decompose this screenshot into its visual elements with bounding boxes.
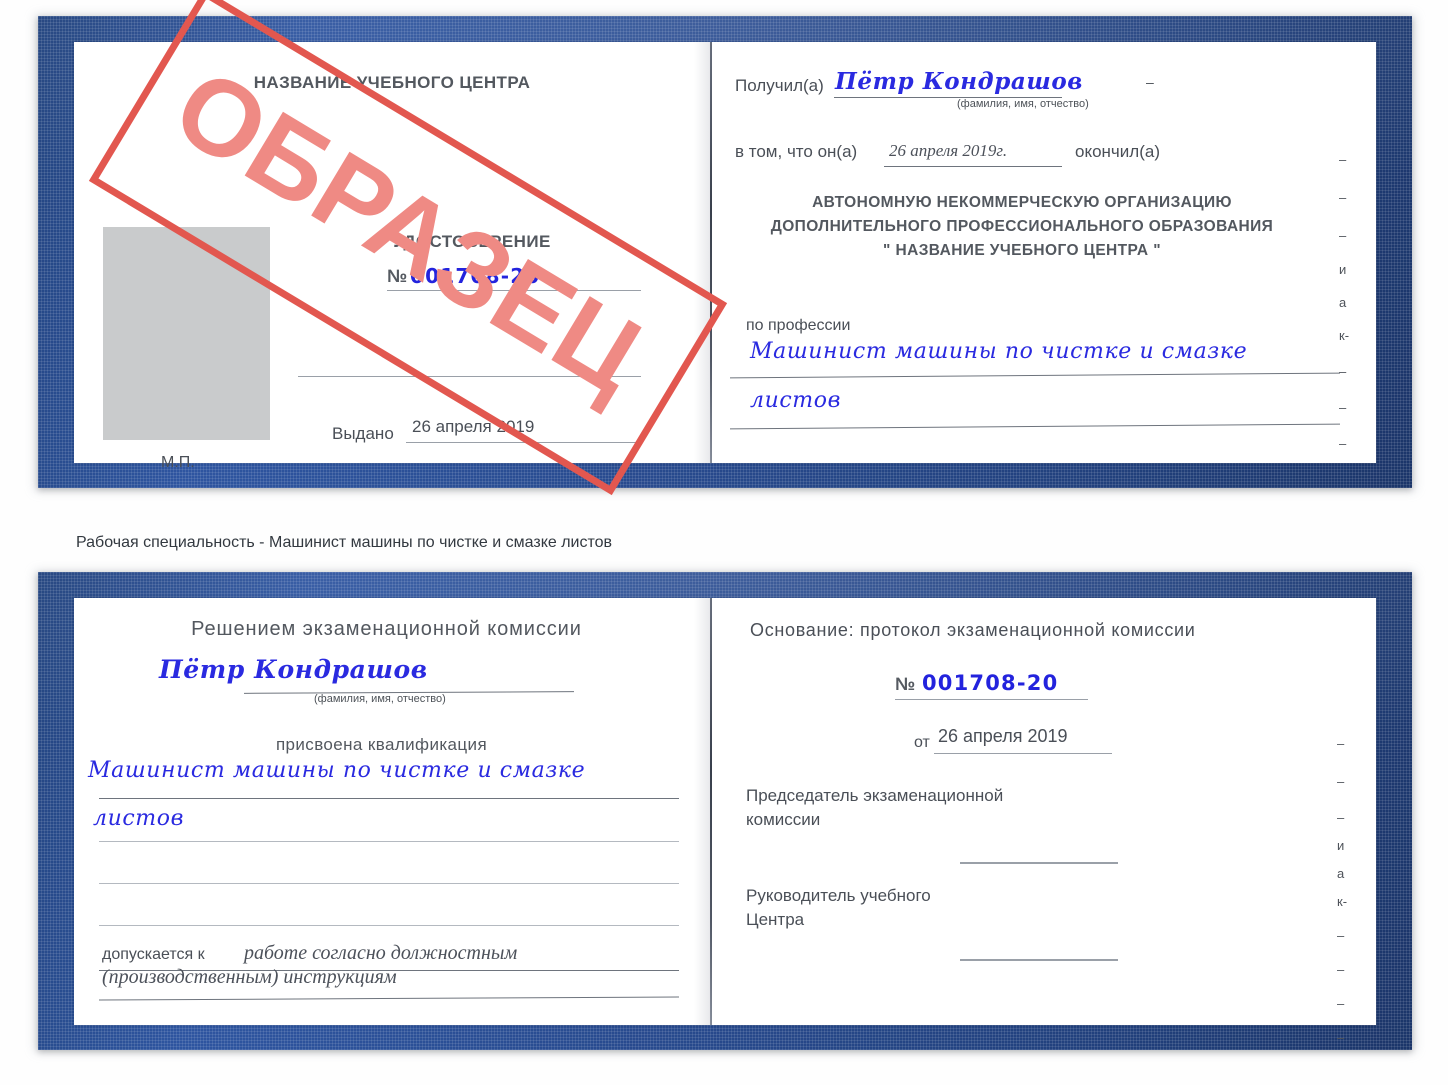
edge-fragment: а	[1339, 295, 1347, 310]
edge-fragment: –	[1339, 152, 1347, 167]
screenshot-root: НАЗВАНИЕ УЧЕБНОГО ЦЕНТРА УДОСТОВЕРЕНИЕ №…	[0, 0, 1448, 1085]
edge-fragment: к-	[1339, 328, 1350, 343]
qualification-label: присвоена квалификация	[275, 735, 488, 754]
edge-fragment: –	[1337, 810, 1345, 825]
organization-line-3: " НАЗВАНИЕ УЧЕБНОГО ЦЕНТРА "	[883, 242, 1161, 259]
edge-fragment: –	[1339, 228, 1347, 243]
organization-line-1: АВТОНОМНУЮ НЕКОММЕРЧЕСКУЮ ОРГАНИЗАЦИЮ	[812, 194, 1232, 211]
certificate-number-value: 001708-20	[410, 264, 541, 288]
protocol-name-hint: (фамилия, имя, отчество)	[314, 693, 446, 705]
finished-label: окончил(а)	[1075, 142, 1160, 161]
photo-placeholder	[103, 227, 270, 440]
qualification-rule-4	[99, 925, 679, 926]
director-label-line-1: Руководитель учебного	[746, 886, 931, 905]
qualification-rule-2	[99, 841, 679, 842]
protocol-left-page: Решением экзаменационной комиссии Пётр К…	[74, 598, 710, 1025]
recipient-edge-dash: –	[1146, 74, 1154, 90]
director-label-line-2: Центра	[746, 910, 805, 929]
in-that-he-label: в том, что он(а)	[735, 142, 858, 161]
issued-label: Выдано	[332, 424, 394, 443]
edge-fragment: –	[1337, 962, 1345, 977]
completion-date-value: 26 апреля 2019г.	[889, 141, 1008, 160]
qualification-value-line-1: Машинист машины по чистке и смазке	[88, 758, 586, 783]
recipient-name-value: Пётр Кондрашов	[835, 68, 1083, 95]
certificate-blank-rule-1	[298, 376, 641, 377]
protocol-number-label: №	[895, 674, 916, 694]
issued-date-value: 26 апреля 2019	[412, 417, 535, 436]
protocol-date-value: 26 апреля 2019	[938, 726, 1068, 746]
certificate-number-label: №	[387, 266, 408, 286]
edge-fragment: и	[1337, 838, 1345, 853]
chairman-label-line-2: комиссии	[746, 810, 821, 829]
admitted-rule-2	[99, 996, 679, 1001]
profession-rule-2	[730, 423, 1340, 430]
profession-rule-1	[730, 372, 1340, 379]
page-caption: Рабочая специальность - Машинист машины …	[76, 534, 613, 551]
completion-date-rule	[884, 166, 1062, 167]
recipient-name-hint: (фамилия, имя, отчество)	[957, 98, 1089, 110]
received-label: Получил(а)	[735, 76, 824, 95]
certificate-left-page: НАЗВАНИЕ УЧЕБНОГО ЦЕНТРА УДОСТОВЕРЕНИЕ №…	[74, 42, 710, 471]
basis-label: Основание: протокол экзаменационной коми…	[750, 620, 1196, 640]
protocol-name-value: Пётр Кондрашов	[159, 655, 428, 684]
qualification-rule-3	[99, 883, 679, 884]
edge-fragment: –	[1337, 928, 1345, 943]
admitted-value-line-1: работе согласно должностным	[244, 942, 518, 964]
protocol-number-rule	[895, 699, 1088, 700]
admitted-label: допускается к	[102, 946, 205, 963]
edge-fragment: –	[1339, 400, 1347, 415]
protocol-date-label: от	[914, 734, 930, 751]
edge-fragment: –	[1337, 774, 1345, 789]
certificate-right-page: Получил(а) Пётр Кондрашов (фамилия, имя,…	[712, 42, 1376, 463]
protocol-date-rule	[934, 753, 1112, 754]
organization-line-2: ДОПОЛНИТЕЛЬНОГО ПРОФЕССИОНАЛЬНОГО ОБРАЗО…	[770, 218, 1274, 235]
director-signature-rule	[960, 959, 1118, 961]
document-type-title: УДОСТОВЕРЕНИЕ	[393, 232, 551, 251]
edge-fragment: –	[1339, 436, 1347, 451]
training-center-title: НАЗВАНИЕ УЧЕБНОГО ЦЕНТРА	[253, 73, 531, 92]
seal-place-label: М.П.	[161, 454, 195, 471]
edge-fragment: –	[1337, 1030, 1345, 1045]
edge-fragment: –	[1339, 190, 1347, 205]
profession-label: по профессии	[746, 317, 851, 334]
edge-fragment: –	[1337, 736, 1345, 751]
edge-fragment: и	[1339, 262, 1347, 277]
edge-fragment: –	[1339, 364, 1347, 379]
chairman-signature-rule	[960, 862, 1118, 864]
admitted-value-line-2: (производственным) инструкциям	[102, 966, 397, 988]
profession-value-line-2: листов	[750, 388, 842, 413]
edge-fragment: а	[1337, 866, 1345, 881]
edge-fragment: к-	[1337, 894, 1348, 909]
qualification-value-line-2: листов	[93, 806, 185, 831]
qualification-rule-1	[99, 798, 679, 799]
chairman-label-line-1: Председатель экзаменационной	[746, 786, 1004, 805]
protocol-number-value: 001708-20	[922, 671, 1059, 695]
certificate-number-rule	[387, 290, 641, 291]
protocol-right-page: Основание: протокол экзаменационной коми…	[712, 598, 1376, 1045]
issued-date-rule	[406, 442, 641, 443]
commission-decision-title: Решением экзаменационной комиссии	[191, 618, 582, 640]
edge-fragment: –	[1337, 996, 1345, 1011]
profession-value-line-1: Машинист машины по чистке и смазке	[750, 339, 1248, 364]
